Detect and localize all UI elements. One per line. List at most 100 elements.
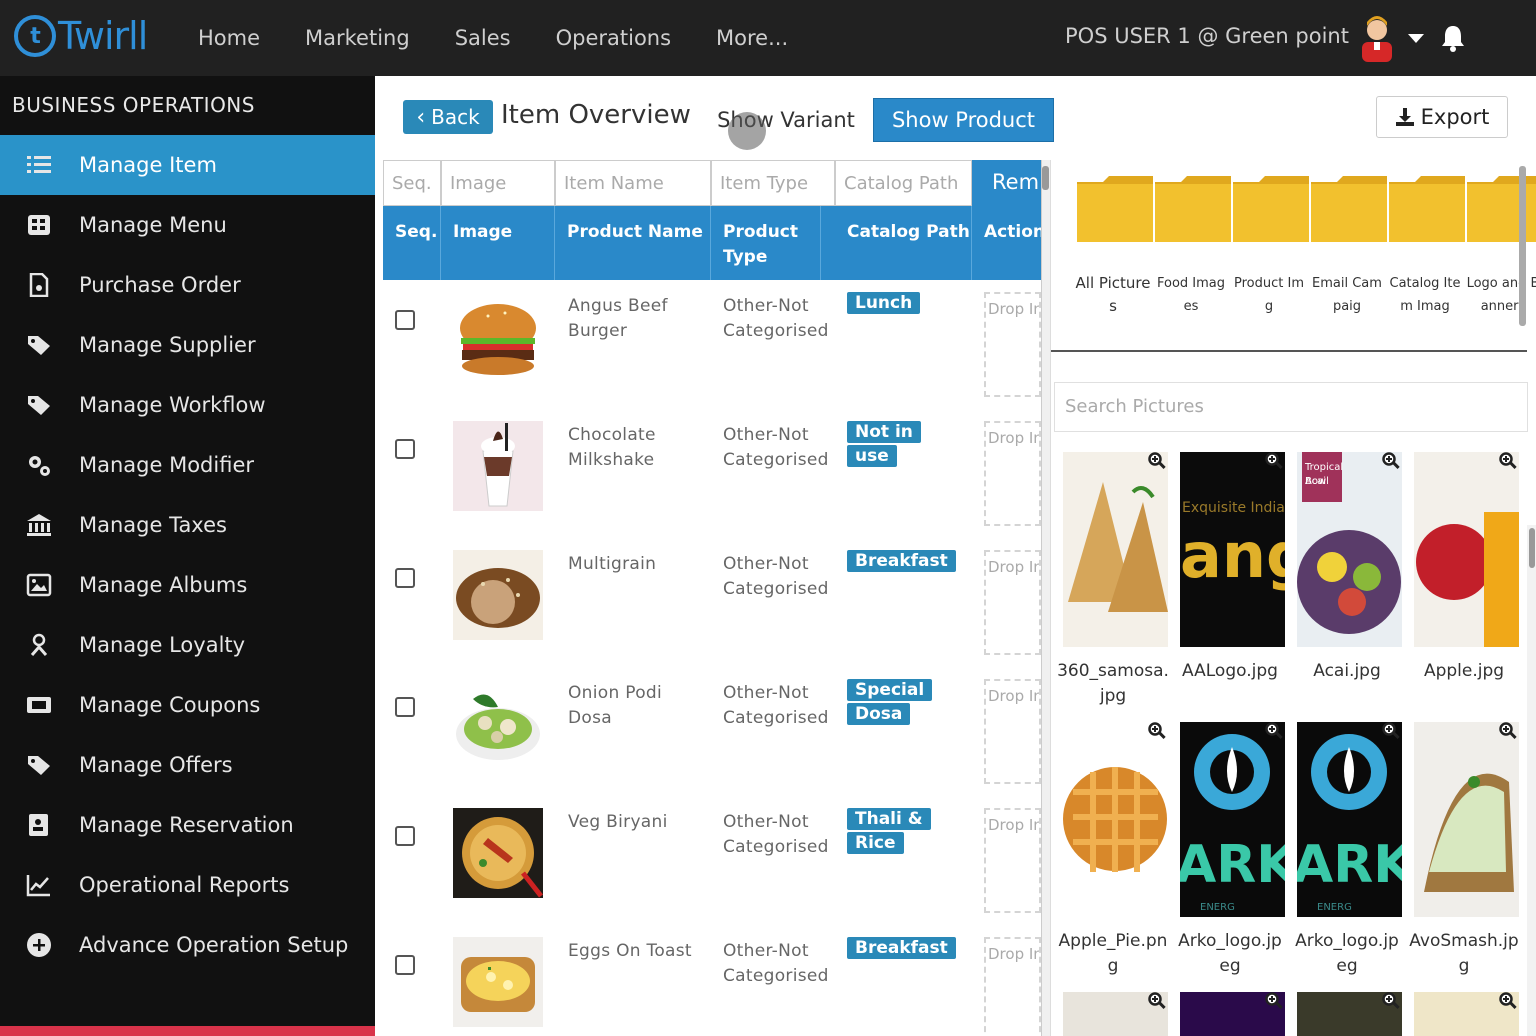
zoom-in-icon[interactable] [1265,452,1283,470]
picture-tile[interactable] [1414,992,1519,1036]
picture-tile[interactable]: 360_samosa.jpg [1057,452,1169,709]
zoom-in-icon[interactable] [1148,452,1166,470]
picture-thumbnail[interactable]: Tropical Acai Bowl [1297,452,1402,647]
picture-tile[interactable]: AvoSmash.jpg [1409,722,1519,979]
gallery-scrollbar[interactable] [1527,525,1536,1036]
sidebar-item-operational-reports[interactable]: Operational Reports [0,855,375,915]
zoom-in-icon[interactable] [1499,452,1517,470]
gallery-scrollbar-thumb[interactable] [1529,528,1535,568]
row-checkbox[interactable] [395,568,415,588]
picture-thumbnail[interactable]: ARK ENERG [1297,722,1402,917]
folder-2[interactable]: Product Img [1231,176,1309,318]
picture-tile[interactable]: Apple_Pie.png [1059,722,1168,979]
picture-tile[interactable]: ARK ENERG Arko_logo.jpeg [1178,722,1285,979]
filter-item-name[interactable]: Item Name [555,160,711,206]
show-product-button[interactable]: Show Product [873,98,1054,142]
drop-image-zone[interactable]: Drop In [984,679,1041,784]
nav-operations[interactable]: Operations [556,26,671,50]
sidebar-item-advance-operation-setup[interactable]: Advance Operation Setup [0,915,375,975]
sidebar-item-manage-taxes[interactable]: Manage Taxes [0,495,375,555]
sidebar-item-manage-reservation[interactable]: Manage Reservation [0,795,375,855]
folder-0[interactable]: All Pictures [1075,176,1153,318]
zoom-in-icon[interactable] [1148,722,1166,740]
user-dropdown-caret-icon[interactable] [1408,34,1424,43]
sidebar-item-manage-coupons[interactable]: Manage Coupons [0,675,375,735]
nav-sales[interactable]: Sales [455,26,511,50]
table-scrollbar-thumb[interactable] [1042,166,1049,190]
picture-tile[interactable]: Apple.jpg [1414,452,1519,684]
zoom-in-icon[interactable] [1382,722,1400,740]
nav-marketing[interactable]: Marketing [305,26,410,50]
nav-home[interactable]: Home [198,26,260,50]
row-checkbox[interactable] [395,955,415,975]
zoom-in-icon[interactable] [1499,992,1517,1010]
row-checkbox[interactable] [395,310,415,330]
zoom-in-icon[interactable] [1148,992,1166,1010]
folder-1[interactable]: Food Images [1153,176,1231,318]
picture-tile[interactable]: Exquisite Indian ang AALogo.jpg [1180,452,1285,684]
catalog-path-badge[interactable]: Lunch [847,291,921,315]
drop-image-zone[interactable]: Drop In [984,808,1041,913]
folder-4[interactable]: Catalog Item Imag [1387,176,1465,318]
folder-3[interactable]: Email Campaig [1309,176,1387,318]
zoom-in-icon[interactable] [1382,452,1400,470]
picture-thumbnail[interactable]: ARK ENERG [1180,722,1285,917]
back-button[interactable]: ‹ Back [403,100,493,134]
sidebar-item-manage-modifier[interactable]: Manage Modifier [0,435,375,495]
sidebar-item-manage-supplier[interactable]: Manage Supplier [0,315,375,375]
picture-thumbnail[interactable] [1414,452,1519,647]
col-product-name[interactable]: Product Name [555,206,711,280]
picture-tile[interactable] [1297,992,1402,1036]
picture-thumbnail[interactable] [1063,452,1168,647]
catalog-path-badge[interactable]: Special Dosa [847,678,953,726]
export-button[interactable]: Export [1376,96,1508,138]
bell-icon[interactable] [1440,24,1466,52]
picture-tile[interactable] [1063,992,1168,1036]
drop-image-zone[interactable]: Drop In [984,292,1041,397]
filter-seq[interactable]: Seq. [383,160,441,206]
catalog-path-badge[interactable]: Breakfast [847,549,956,573]
search-pictures-input[interactable]: Search Pictures [1054,382,1528,432]
row-checkbox[interactable] [395,439,415,459]
brand-logo[interactable]: t Twirll [14,14,148,58]
zoom-in-icon[interactable] [1265,992,1283,1010]
col-catalog-path[interactable]: Catalog Path [835,206,972,280]
user-avatar-icon[interactable] [1358,12,1396,62]
table-scrollbar[interactable] [1041,160,1050,1036]
sidebar-item-manage-workflow[interactable]: Manage Workflow [0,375,375,435]
catalog-path-badge[interactable]: Breakfast [847,936,956,960]
catalog-path-badge[interactable]: Not in use [847,420,953,468]
filter-catalog-path[interactable]: Catalog Path [835,160,972,206]
picture-thumbnail[interactable] [1180,992,1285,1036]
picture-tile[interactable]: ARK ENERG Arko_logo.jpeg [1295,722,1402,979]
drop-image-zone[interactable]: Drop In [984,937,1041,1036]
sidebar-item-manage-item[interactable]: Manage Item [0,135,375,195]
remove-filter-button[interactable]: Rem [972,160,1041,206]
sidebar-item-manage-loyalty[interactable]: Manage Loyalty [0,615,375,675]
row-checkbox[interactable] [395,826,415,846]
sidebar-item-purchase-order[interactable]: Purchase Order [0,255,375,315]
picture-thumbnail[interactable] [1414,992,1519,1036]
picture-thumbnail[interactable] [1063,992,1168,1036]
drop-image-zone[interactable]: Drop In [984,550,1041,655]
filter-item-type[interactable]: Item Type [711,160,835,206]
picture-thumbnail[interactable] [1297,992,1402,1036]
picture-tile[interactable]: Tropical Acai Bowl Acai.jpg [1297,452,1402,684]
drop-image-zone[interactable]: Drop In [984,421,1041,526]
picture-thumbnail[interactable] [1063,722,1168,917]
sidebar-item-manage-menu[interactable]: Manage Menu [0,195,375,255]
zoom-in-icon[interactable] [1265,722,1283,740]
col-product-type[interactable]: Product Type [711,206,821,280]
filter-image[interactable]: Image [441,160,555,206]
zoom-in-icon[interactable] [1382,992,1400,1010]
catalog-path-badge[interactable]: Thali & Rice [847,807,953,855]
picture-thumbnail[interactable]: Exquisite Indian ang [1180,452,1285,647]
zoom-in-icon[interactable] [1499,722,1517,740]
picture-thumbnail[interactable] [1414,722,1519,917]
picture-tile[interactable] [1180,992,1285,1036]
nav-more[interactable]: More... [716,26,788,50]
sidebar-item-manage-offers[interactable]: Manage Offers [0,735,375,795]
folder-scrollbar[interactable] [1519,166,1526,326]
sidebar-item-manage-albums[interactable]: Manage Albums [0,555,375,615]
row-checkbox[interactable] [395,697,415,717]
